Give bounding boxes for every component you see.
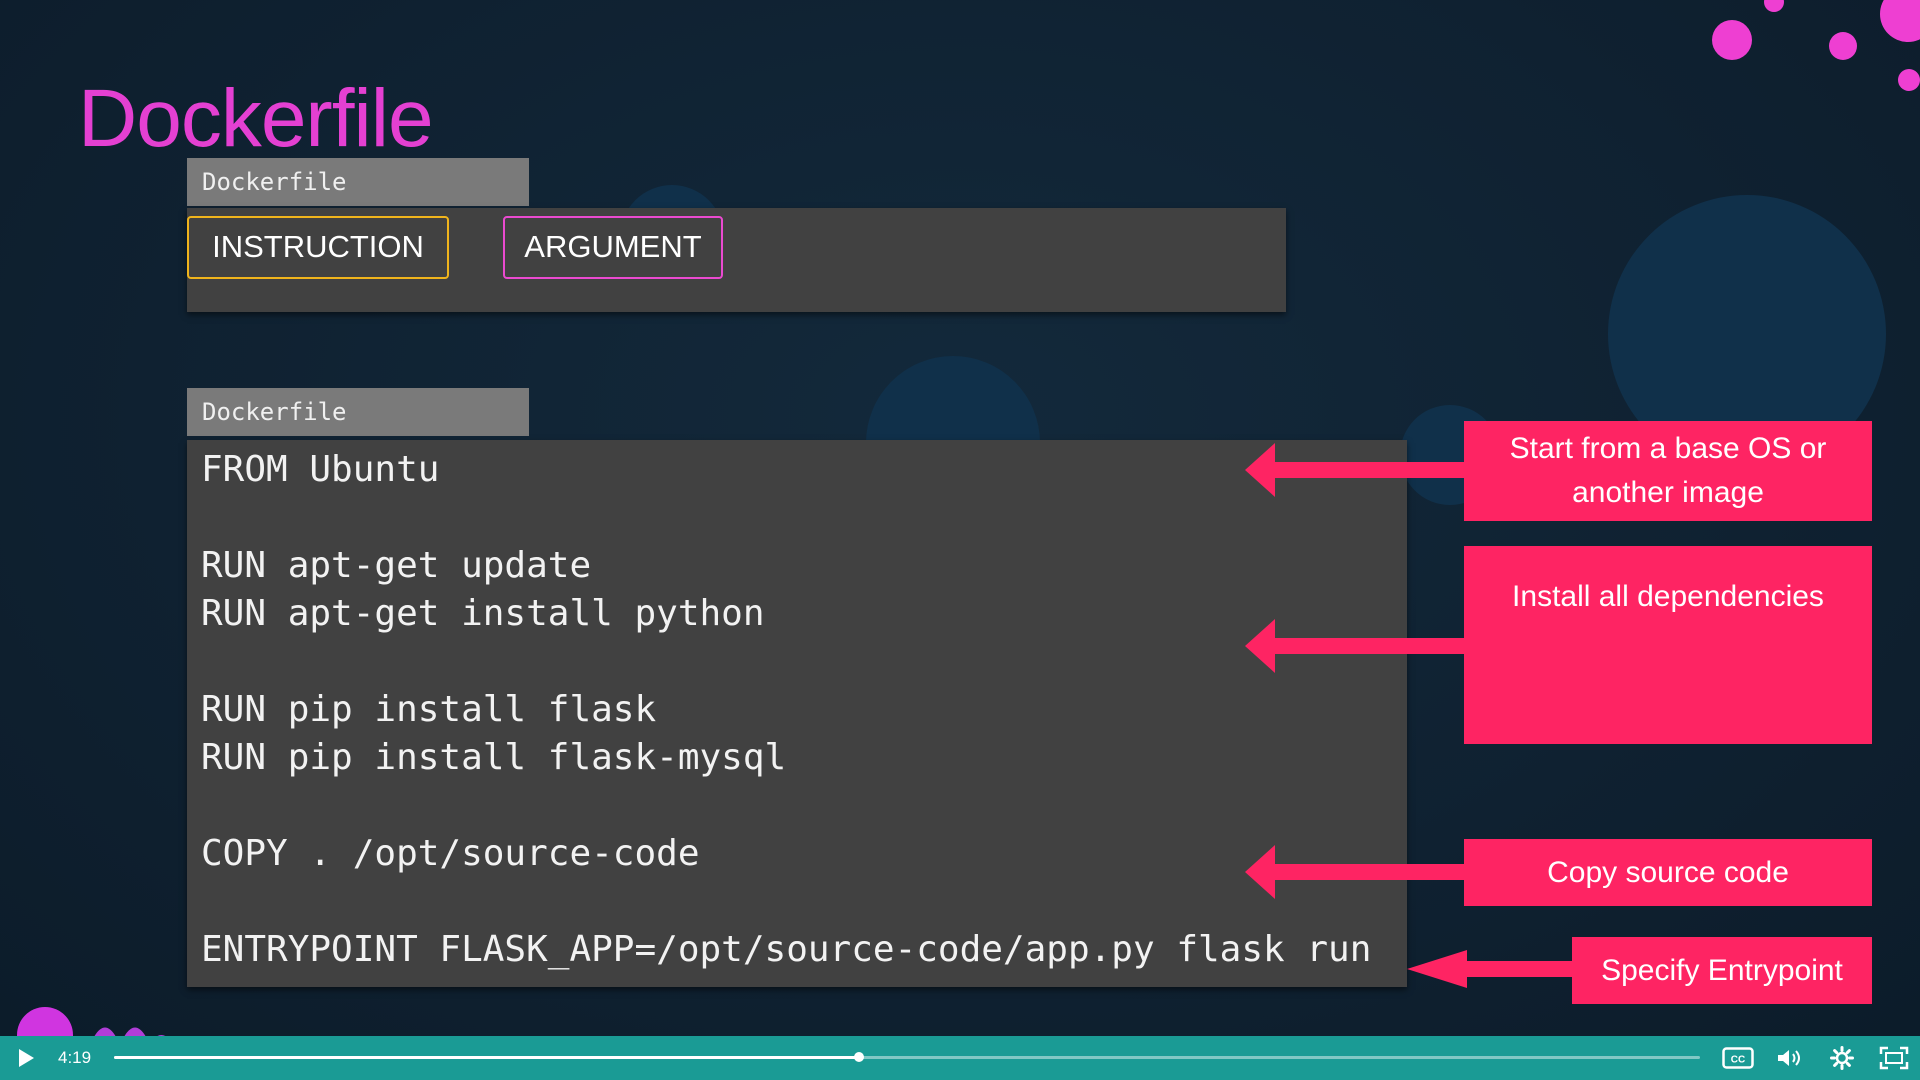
progress-thumb[interactable] [854, 1052, 865, 1062]
fullscreen-icon [1879, 1046, 1909, 1070]
video-player-bar: 4:19 CC [0, 1036, 1920, 1080]
decor-dot [1712, 20, 1752, 60]
decor-dot [1764, 0, 1784, 12]
code-line: RUN pip install flask-mysql [201, 737, 787, 778]
progress-track[interactable] [114, 1052, 1700, 1062]
syntax-file-tab: Dockerfile [187, 158, 529, 206]
decor-dot [1880, 0, 1920, 42]
play-icon [19, 1049, 34, 1067]
code-line: ENTRYPOINT FLASK_APP=/opt/source-code/ap… [201, 929, 1372, 970]
fullscreen-button[interactable] [1876, 1036, 1912, 1080]
callout-copy-source: Copy source code [1464, 839, 1872, 906]
code-line: RUN apt-get update [201, 545, 592, 586]
code-line: RUN pip install flask [201, 689, 657, 730]
callout-entrypoint: Specify Entrypoint [1572, 937, 1872, 1004]
settings-icon [1830, 1046, 1854, 1070]
volume-icon [1778, 1050, 1800, 1066]
slide: Dockerfile Dockerfile INSTRUCTION ARGUME… [0, 0, 1920, 1036]
code-line: RUN apt-get install python [201, 593, 765, 634]
svg-text:CC: CC [1731, 1055, 1745, 1066]
callout-dependencies: Install all dependencies [1464, 546, 1872, 744]
current-time: 4:19 [58, 1048, 92, 1067]
callout-base-image: Start from a base OS or another image [1464, 421, 1872, 521]
settings-button[interactable] [1824, 1036, 1860, 1080]
argument-label: ARGUMENT [503, 216, 723, 279]
code-file-tab: Dockerfile [187, 388, 529, 436]
arrow-left-icon [1245, 845, 1465, 899]
decor-wave-icon [17, 1007, 166, 1036]
code-line: COPY . /opt/source-code [201, 833, 700, 874]
page-title: Dockerfile [78, 73, 434, 164]
instruction-label: INSTRUCTION [187, 216, 449, 279]
decor-dot [1898, 69, 1920, 91]
captions-button[interactable]: CC [1720, 1036, 1756, 1080]
arrow-left-icon [1245, 443, 1465, 497]
progress-fill [114, 1056, 860, 1059]
decor-dot [1829, 32, 1857, 60]
captions-icon: CC [1722, 1047, 1754, 1069]
arrow-left-icon [1407, 950, 1575, 988]
code-line: FROM Ubuntu [201, 449, 440, 490]
volume-button[interactable] [1772, 1036, 1808, 1080]
play-button[interactable] [10, 1036, 42, 1080]
arrow-left-icon [1245, 619, 1465, 673]
